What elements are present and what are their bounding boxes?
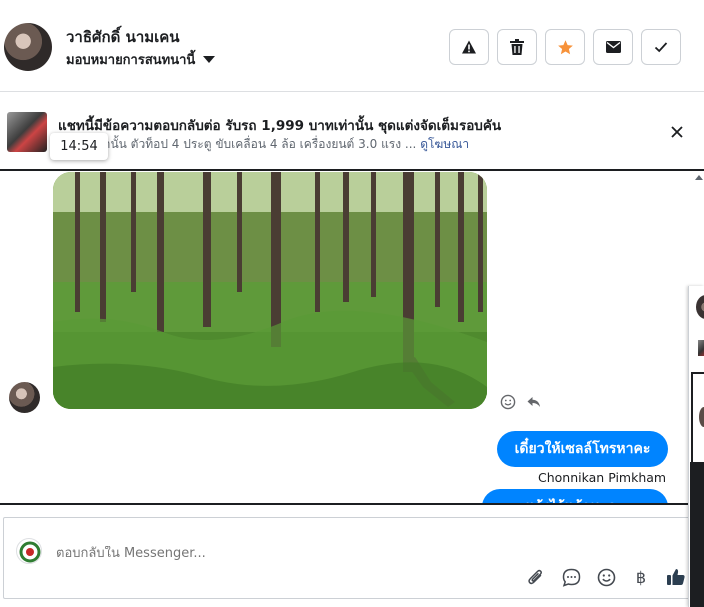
reply-icon[interactable] bbox=[526, 394, 542, 410]
contact-name[interactable]: วาธิศักดิ์ นามเคน bbox=[66, 25, 180, 49]
view-ad-link[interactable]: ดูโฆษณา bbox=[420, 137, 469, 151]
warning-icon bbox=[462, 40, 476, 54]
message-thread[interactable]: เดี๋ยวให้เซลล์โทรหาคะ Chonnikan Pimkham … bbox=[0, 171, 704, 505]
message-tools bbox=[500, 394, 542, 410]
ad-title: แชทนี้มีข้อความตอบกลับต่อ รับรถ 1,999 บา… bbox=[58, 118, 502, 134]
conversation-actions bbox=[449, 29, 681, 65]
timestamp-tooltip: 14:54 bbox=[50, 133, 108, 160]
mark-unread-button[interactable] bbox=[593, 29, 633, 65]
page-logo bbox=[16, 538, 42, 564]
scroll-up-icon[interactable] bbox=[695, 175, 703, 180]
paperclip-icon bbox=[528, 569, 542, 585]
payment-button[interactable]: ฿ bbox=[630, 566, 652, 588]
done-button[interactable] bbox=[641, 29, 681, 65]
contact-avatar[interactable] bbox=[4, 23, 52, 71]
composer-tools: ฿ bbox=[525, 566, 687, 588]
message-sender-name: Chonnikan Pimkham bbox=[538, 470, 667, 485]
conversation-header: วาธิศักดิ์ นามเคน มอบหมายการสนทนานี้ bbox=[0, 0, 704, 92]
image-attachment[interactable] bbox=[53, 172, 487, 409]
attach-button[interactable] bbox=[525, 566, 547, 588]
report-button[interactable] bbox=[449, 29, 489, 65]
messenger-inbox-view: วาธิศักดิ์ นามเคน มอบหมายการสนทนานี้ แชท… bbox=[0, 0, 704, 607]
delete-button[interactable] bbox=[497, 29, 537, 65]
side-avatar bbox=[696, 295, 704, 319]
outgoing-message[interactable]: เดี๋ยวให้เซลล์โทรหาคะ bbox=[497, 431, 668, 467]
assign-conversation-dropdown[interactable]: มอบหมายการสนทนานี้ bbox=[66, 49, 216, 70]
reply-input[interactable] bbox=[56, 546, 476, 561]
star-button[interactable] bbox=[545, 29, 585, 65]
side-panel-edge[interactable] bbox=[688, 286, 704, 607]
thumbs-up-icon bbox=[667, 569, 685, 585]
ad-thumbnail[interactable] bbox=[7, 112, 47, 152]
trash-icon bbox=[510, 39, 524, 55]
emoji-button[interactable] bbox=[595, 566, 617, 588]
check-icon bbox=[654, 42, 668, 53]
outgoing-message[interactable]: แจ้งไว้แล้วนะคะ bbox=[482, 489, 668, 503]
star-icon bbox=[557, 39, 573, 54]
rubber-plantation-photo bbox=[53, 172, 487, 409]
sender-avatar[interactable] bbox=[9, 382, 40, 413]
close-icon[interactable] bbox=[668, 123, 686, 141]
caret-down-icon bbox=[203, 56, 216, 63]
like-button[interactable] bbox=[665, 566, 687, 588]
emoji-react-icon[interactable] bbox=[500, 394, 516, 410]
chat-bubble-icon bbox=[562, 568, 580, 587]
ad-description-text: 9 บาทเท่านั้น ตัวท็อป 4 ประตู ขับเคลื่อน… bbox=[58, 137, 417, 151]
reply-composer: ฿ bbox=[0, 507, 704, 607]
saved-replies-button[interactable] bbox=[560, 566, 582, 588]
side-dark-area bbox=[690, 462, 704, 607]
side-thumbnail bbox=[698, 340, 704, 356]
side-avatar-small bbox=[699, 407, 704, 427]
ad-description: 9 บาทเท่านั้น ตัวท็อป 4 ประตู ขับเคลื่อน… bbox=[58, 135, 469, 154]
emoji-icon bbox=[597, 568, 615, 586]
assign-label: มอบหมายการสนทนานี้ bbox=[66, 53, 196, 68]
envelope-icon bbox=[605, 41, 621, 53]
